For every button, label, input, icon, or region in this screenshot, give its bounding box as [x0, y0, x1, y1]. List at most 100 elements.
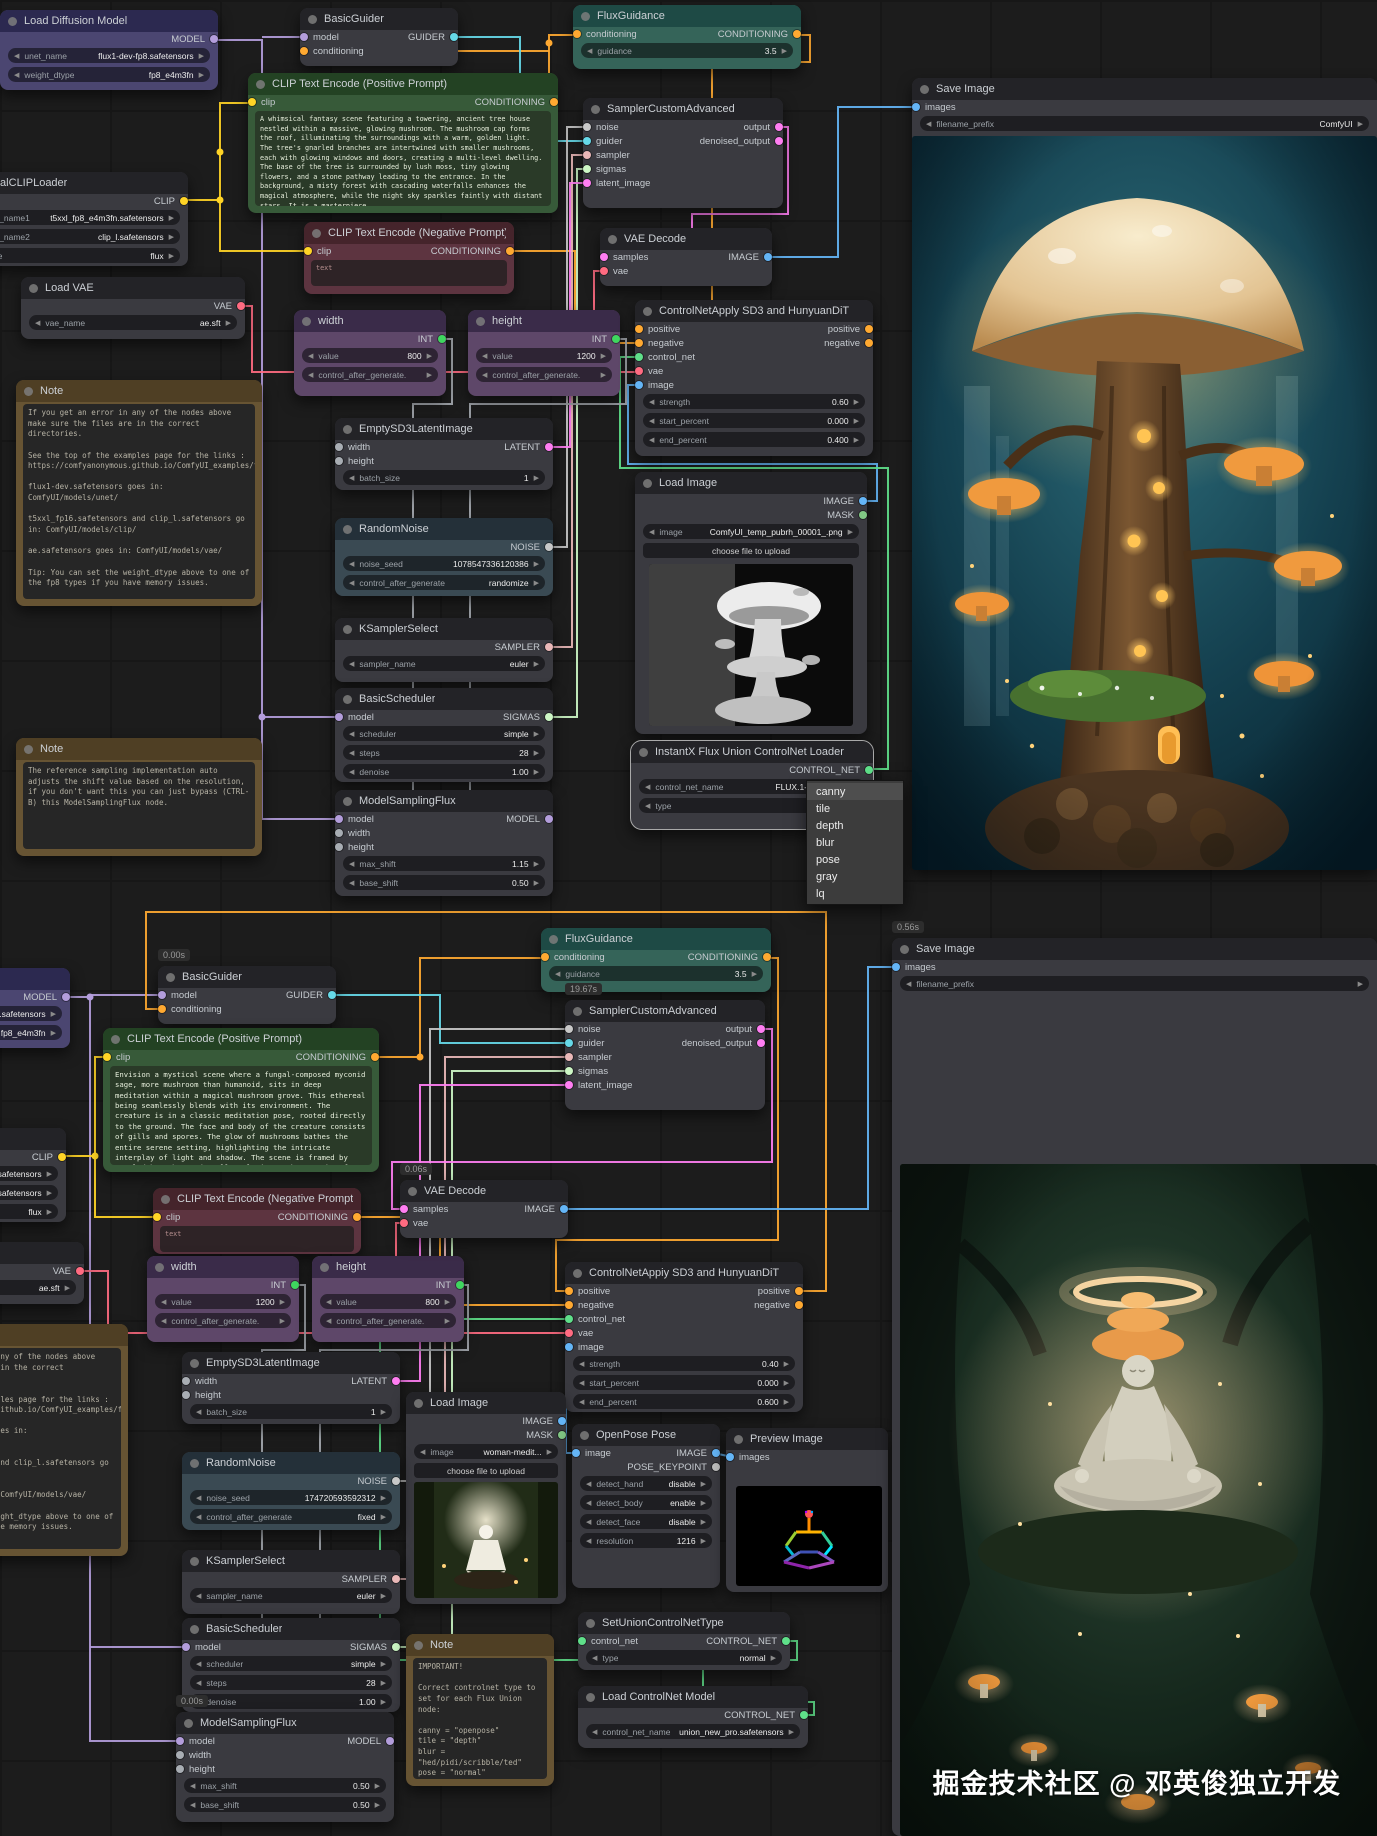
widget-end-percent[interactable]: ◀end_percent0.600▶: [573, 1394, 795, 1409]
output-port-conditioning[interactable]: [371, 1053, 379, 1061]
node-load-controlnet-model[interactable]: Load ControlNet ModelCONTROL_NET◀control…: [578, 1686, 808, 1748]
widget-weight-dtype[interactable]: ◀weight_dtypefp8_e4m3fn▶: [0, 1025, 62, 1040]
widget-vae-name[interactable]: ◀vae_nameae.sft▶: [29, 315, 237, 330]
decrement-arrow-icon[interactable]: ◀: [579, 1398, 584, 1406]
collapse-dot-icon[interactable]: [639, 748, 648, 757]
node-modelsamplingflux[interactable]: 0.00sModelSamplingFluxmodelMODELwidthhei…: [176, 1712, 394, 1822]
node-header[interactable]: RandomNoise: [182, 1452, 400, 1474]
decrement-arrow-icon[interactable]: ◀: [649, 528, 654, 536]
collapse-dot-icon[interactable]: [586, 1693, 595, 1702]
increment-arrow-icon[interactable]: ▶: [784, 1379, 789, 1387]
decrement-arrow-icon[interactable]: ◀: [308, 352, 313, 360]
widget-value[interactable]: ◀value800▶: [320, 1294, 456, 1309]
node-header[interactable]: CLIP Text Encode (Positive Prompt): [248, 73, 558, 95]
decrement-arrow-icon[interactable]: ◀: [196, 1513, 201, 1521]
decrement-arrow-icon[interactable]: ◀: [196, 1679, 201, 1687]
decrement-arrow-icon[interactable]: ◀: [649, 417, 654, 425]
decrement-arrow-icon[interactable]: ◀: [190, 1801, 195, 1809]
widget-clip-name2[interactable]: ◀clip_name2clip_l.safetensors▶: [0, 1185, 58, 1200]
input-port-image[interactable]: [572, 1449, 580, 1457]
node-header[interactable]: CLIP Text Encode (Positive Prompt): [103, 1028, 379, 1050]
decrement-arrow-icon[interactable]: ◀: [586, 1499, 591, 1507]
node-header[interactable]: DualCLIPLoader: [0, 172, 188, 194]
output-port-model[interactable]: [545, 815, 553, 823]
upload-button[interactable]: choose file to upload: [643, 543, 859, 558]
input-port-noise[interactable]: [565, 1025, 573, 1033]
increment-arrow-icon[interactable]: ▶: [534, 730, 539, 738]
collapse-dot-icon[interactable]: [643, 479, 652, 488]
increment-arrow-icon[interactable]: ▶: [701, 1480, 706, 1488]
decrement-arrow-icon[interactable]: ◀: [349, 474, 354, 482]
decrement-arrow-icon[interactable]: ◀: [326, 1298, 331, 1306]
decrement-arrow-icon[interactable]: ◀: [349, 579, 354, 587]
input-port-width[interactable]: [182, 1377, 190, 1385]
output-port-clip[interactable]: [180, 197, 188, 205]
collapse-dot-icon[interactable]: [24, 387, 33, 396]
node-randomnoise[interactable]: RandomNoiseNOISE◀noise_seed1747205935923…: [182, 1452, 400, 1530]
output-port-mask[interactable]: [859, 511, 867, 519]
decrement-arrow-icon[interactable]: ◀: [349, 730, 354, 738]
node-setunioncontrolnettype[interactable]: SetUnionControlNetTypecontrol_netCONTROL…: [578, 1612, 790, 1670]
collapse-dot-icon[interactable]: [256, 80, 265, 89]
widget-detect-body[interactable]: ◀detect_bodyenable▶: [580, 1495, 712, 1510]
collapse-dot-icon[interactable]: [549, 935, 558, 944]
node-header[interactable]: ControlNetApply SD3 and HunyuanDiT: [635, 300, 873, 322]
collapse-dot-icon[interactable]: [8, 17, 17, 26]
collapse-dot-icon[interactable]: [190, 1359, 199, 1368]
output-port-noise[interactable]: [392, 1477, 400, 1485]
node-header[interactable]: Load Diffusion Model: [0, 968, 70, 990]
increment-arrow-icon[interactable]: ▶: [547, 1448, 552, 1456]
node-emptysd3latentimage[interactable]: EmptySD3LatentImagewidthLATENTheight◀bat…: [335, 418, 553, 490]
widget-control-after-generate[interactable]: ◀control_after_generate.▶: [302, 367, 438, 382]
output-port-int[interactable]: [456, 1281, 464, 1289]
decrement-arrow-icon[interactable]: ◀: [592, 1728, 597, 1736]
widget-vae-name[interactable]: ◀vae_nameae.sft▶: [0, 1280, 76, 1295]
output-port-int[interactable]: [291, 1281, 299, 1289]
node-width[interactable]: widthINT◀value800▶◀control_after_generat…: [294, 310, 446, 396]
output-port-negative[interactable]: [865, 339, 873, 347]
output-port-sigmas[interactable]: [392, 1643, 400, 1651]
decrement-arrow-icon[interactable]: ◀: [420, 1448, 425, 1456]
increment-arrow-icon[interactable]: ▶: [65, 1284, 70, 1292]
widget-sampler-name[interactable]: ◀sampler_nameeuler▶: [343, 656, 545, 671]
node-dualcliploader[interactable]: DualCLIPLoaderCLIP◀clip_name1t5xxl_fp8_e…: [0, 1128, 66, 1222]
collapse-dot-icon[interactable]: [900, 945, 909, 954]
input-port-samples[interactable]: [600, 253, 608, 261]
node-clip-text-encode-negative-prompt[interactable]: CLIP Text Encode (Negative Prompt)clipCO…: [153, 1188, 361, 1254]
node-header[interactable]: Load Image: [406, 1392, 566, 1414]
collapse-dot-icon[interactable]: [343, 797, 352, 806]
node-graph-canvas[interactable]: Load Diffusion ModelMODEL◀unet_nameflux1…: [0, 0, 1377, 1836]
decrement-arrow-icon[interactable]: ◀: [645, 783, 650, 791]
node-header[interactable]: VAE Decode: [400, 1180, 568, 1202]
widget-clip-name2[interactable]: ◀clip_name2clip_l.safetensors▶: [0, 229, 180, 244]
input-port-clip[interactable]: [103, 1053, 111, 1061]
decrement-arrow-icon[interactable]: ◀: [349, 879, 354, 887]
output-port-denoised-output[interactable]: [775, 137, 783, 145]
output-port-sampler[interactable]: [545, 643, 553, 651]
output-port-model[interactable]: [210, 35, 218, 43]
widget-guidance[interactable]: ◀guidance3.5▶: [581, 43, 793, 58]
input-port-height[interactable]: [335, 843, 343, 851]
collapse-dot-icon[interactable]: [312, 229, 321, 238]
node-header[interactable]: height: [468, 310, 620, 332]
increment-arrow-icon[interactable]: ▶: [854, 436, 859, 444]
text-area[interactable]: The reference sampling implementation au…: [23, 762, 255, 849]
input-port-conditioning[interactable]: [300, 47, 308, 55]
collapse-dot-icon[interactable]: [573, 1007, 582, 1016]
increment-arrow-icon[interactable]: ▶: [534, 749, 539, 757]
decrement-arrow-icon[interactable]: ◀: [349, 860, 354, 868]
output-port-control-net[interactable]: [800, 1711, 808, 1719]
dropdown-option-blur[interactable]: blur: [807, 834, 903, 851]
decrement-arrow-icon[interactable]: ◀: [161, 1298, 166, 1306]
node-load-diffusion-model[interactable]: Load Diffusion ModelMODEL◀unet_nameflux1…: [0, 10, 218, 90]
input-port-control-net[interactable]: [635, 353, 643, 361]
node-clip-text-encode-positive-prompt[interactable]: CLIP Text Encode (Positive Prompt)clipCO…: [248, 73, 558, 213]
node-controlnetapply-sd3-and-hunyuandit[interactable]: ControlNetApply SD3 and HunyuanDiTpositi…: [635, 300, 873, 456]
collapse-dot-icon[interactable]: [343, 625, 352, 634]
input-port-negative[interactable]: [565, 1301, 573, 1309]
collapse-dot-icon[interactable]: [591, 105, 600, 114]
node-header[interactable]: Note: [406, 1634, 554, 1656]
dropdown-option-gray[interactable]: gray: [807, 868, 903, 885]
dropdown-option-pose[interactable]: pose: [807, 851, 903, 868]
output-port-sampler[interactable]: [392, 1575, 400, 1583]
